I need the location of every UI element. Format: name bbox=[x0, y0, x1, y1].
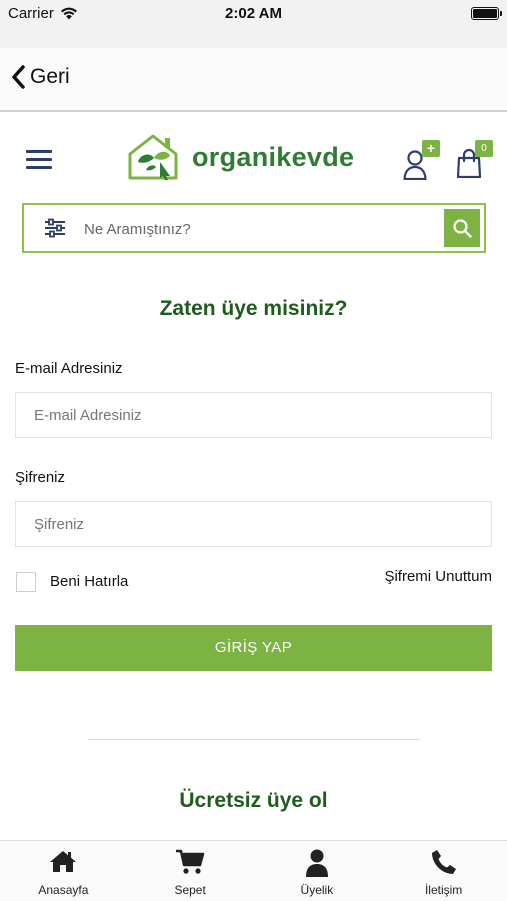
cart-count-badge: 0 bbox=[475, 140, 493, 157]
tab-cart[interactable]: Sepet bbox=[127, 841, 254, 901]
chevron-left-icon bbox=[12, 65, 25, 89]
remember-me-label[interactable]: Beni Hatırla bbox=[50, 573, 128, 590]
back-button[interactable]: Geri bbox=[10, 64, 70, 90]
status-time: 2:02 AM bbox=[225, 5, 282, 22]
tab-membership-label: Üyelik bbox=[300, 883, 334, 897]
menu-line bbox=[26, 150, 52, 153]
bottom-tab-bar: Anasayfa Sepet Üyelik İletişim bbox=[0, 840, 507, 901]
login-title: Zaten üye misiniz? bbox=[159, 297, 348, 320]
forgot-password-link[interactable]: Şifremi Unuttum bbox=[384, 568, 492, 585]
tab-cart-label: Sepet bbox=[174, 883, 206, 897]
tab-contact[interactable]: İletişim bbox=[380, 841, 507, 901]
register-title: Ücretsiz üye ol bbox=[179, 789, 328, 812]
email-field[interactable] bbox=[15, 392, 492, 438]
back-label: Geri bbox=[30, 65, 70, 88]
tab-membership[interactable]: Üyelik bbox=[254, 841, 381, 901]
email-label: E-mail Adresiniz bbox=[15, 360, 123, 377]
menu-line bbox=[26, 158, 52, 161]
menu-button[interactable] bbox=[26, 150, 52, 170]
cart-icon bbox=[176, 849, 205, 874]
house-leaf-logo-icon bbox=[128, 134, 178, 180]
tab-home[interactable]: Anasayfa bbox=[0, 841, 127, 901]
cart-button[interactable]: 0 bbox=[455, 140, 495, 180]
user-add-badge: + bbox=[422, 140, 440, 157]
status-bar: Carrier 2:02 AM bbox=[0, 0, 507, 48]
site-logo[interactable]: organikevde bbox=[124, 132, 354, 182]
logo-text: organikevde bbox=[192, 141, 355, 172]
filter-icon[interactable] bbox=[44, 218, 66, 238]
home-icon bbox=[50, 851, 77, 872]
search-input[interactable] bbox=[82, 213, 436, 245]
navigation-bar: Geri bbox=[0, 48, 507, 112]
tab-contact-label: İletişim bbox=[424, 883, 463, 897]
menu-line bbox=[26, 166, 52, 169]
search-icon bbox=[453, 219, 472, 238]
password-field[interactable] bbox=[15, 501, 492, 547]
battery-icon bbox=[471, 7, 502, 20]
password-label: Şifreniz bbox=[15, 469, 66, 486]
tab-home-label: Anasayfa bbox=[38, 883, 89, 897]
remember-me-checkbox[interactable] bbox=[16, 572, 36, 592]
account-button[interactable]: + bbox=[403, 140, 440, 180]
site-header: organikevde + 0 bbox=[0, 112, 507, 202]
phone-icon bbox=[431, 850, 456, 874]
person-icon bbox=[305, 849, 328, 877]
section-divider bbox=[88, 739, 420, 740]
search-bar bbox=[22, 203, 486, 253]
login-button[interactable]: GİRİŞ YAP bbox=[15, 625, 492, 671]
search-button[interactable] bbox=[444, 209, 480, 247]
